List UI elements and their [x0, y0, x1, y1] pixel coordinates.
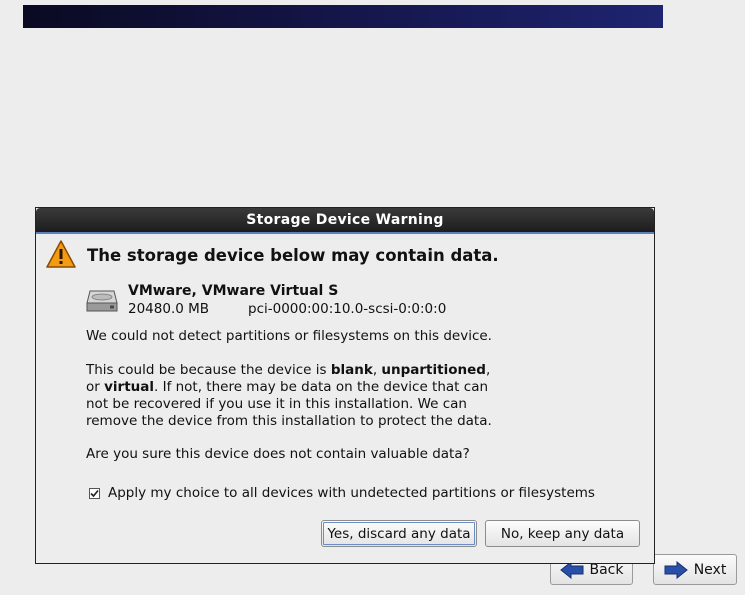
hard-disk-icon [86, 289, 118, 317]
device-path: pci-0000:00:10.0-scsi-0:0:0:0 [248, 301, 447, 317]
keep-data-button[interactable]: No, keep any data [485, 520, 640, 547]
apply-all-checkbox[interactable] [89, 487, 100, 499]
explanation-message: This could be because the device is blan… [86, 362, 492, 430]
dialog-heading: The storage device below may contain dat… [87, 246, 499, 265]
device-size: 20480.0 MB [128, 301, 210, 317]
confirmation-question: Are you sure this device does not contai… [86, 446, 470, 462]
dialog-title: Storage Device Warning [246, 212, 444, 228]
explanation-line-1: This could be because the device is blan… [86, 362, 491, 378]
dialog-body: The storage device below may contain dat… [36, 234, 654, 563]
warning-icon [45, 239, 77, 273]
dialog-titlebar[interactable]: Storage Device Warning [36, 208, 654, 234]
checkmark-icon [90, 489, 99, 497]
next-button[interactable]: Next [653, 554, 737, 585]
apply-all-option[interactable]: Apply my choice to all devices with unde… [89, 485, 595, 501]
next-button-label: Next [693, 561, 727, 578]
discard-data-button[interactable]: Yes, discard any data [321, 520, 477, 547]
explanation-line-3: not be recovered if you use it in this i… [86, 396, 467, 412]
arrow-right-icon [664, 560, 688, 579]
device-name: VMware, VMware Virtual S [128, 283, 339, 299]
explanation-line-4: remove the device from this installation… [86, 413, 492, 429]
top-banner [23, 5, 663, 28]
apply-all-label[interactable]: Apply my choice to all devices with unde… [108, 485, 595, 501]
detection-message: We could not detect partitions or filesy… [86, 328, 492, 344]
explanation-line-2: or virtual. If not, there may be data on… [86, 379, 489, 395]
storage-warning-dialog: Storage Device Warning The storage devic… [35, 207, 655, 564]
